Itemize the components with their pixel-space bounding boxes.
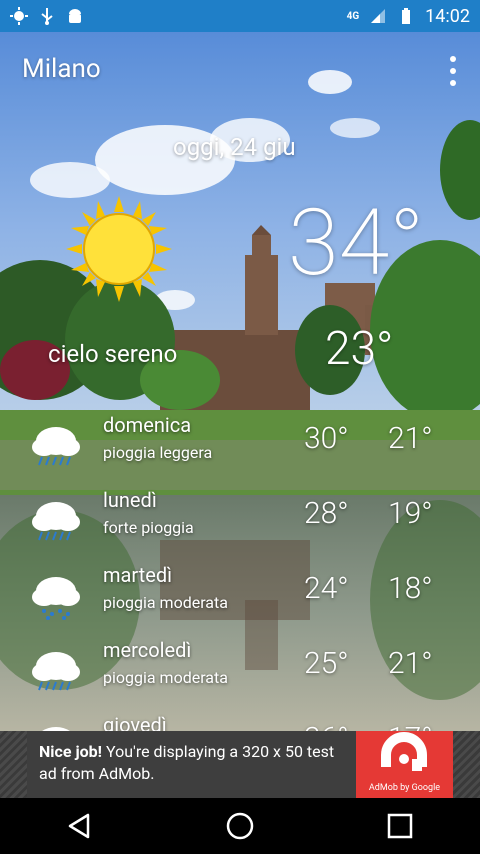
ad-banner[interactable]: Nice job! You're displaying a 320 x 50 t… [0, 731, 480, 798]
forecast-row[interactable]: domenica pioggia leggera 30° 21° [0, 413, 480, 488]
sun-icon [66, 196, 172, 302]
usb-icon [41, 8, 53, 25]
rain-cloud-icon [32, 502, 80, 541]
back-button[interactable] [50, 798, 110, 854]
status-left-icons [10, 7, 84, 25]
forecast-desc: pioggia leggera [103, 443, 213, 462]
rain-cloud-icon [32, 577, 80, 620]
forecast-day: mercoledì [103, 638, 192, 662]
ad-text[interactable]: Nice job! You're displaying a 320 x 50 t… [27, 731, 357, 798]
forecast-day: martedì [103, 563, 173, 587]
forecast-desc: pioggia moderata [103, 668, 228, 687]
admob-logo[interactable]: AdMob by Google [356, 731, 453, 798]
forecast-max: 28° [304, 496, 349, 531]
forecast-max: 30° [304, 421, 349, 456]
ad-bold-text: Nice job! [39, 742, 102, 761]
forecast-row[interactable]: mercoledì pioggia moderata 25° 21° [0, 638, 480, 713]
forecast-day: lunedì [103, 488, 157, 512]
home-button[interactable] [210, 798, 270, 854]
forecast-max: 25° [304, 646, 349, 681]
android-debug-icon [69, 9, 81, 23]
forecast-min: 19° [388, 496, 433, 531]
today-date: oggi, 24 giu [173, 133, 296, 161]
forecast-max: 24° [304, 571, 349, 606]
today-temp-min: 23° [325, 322, 394, 376]
overflow-menu-icon[interactable] [448, 56, 458, 86]
forecast-desc: pioggia moderata [103, 593, 228, 612]
today-temp-max: 34° [288, 190, 425, 297]
today-condition: cielo sereno [48, 340, 178, 368]
forecast-min: 18° [388, 571, 433, 606]
city-title[interactable]: Milano [22, 54, 101, 84]
navigation-bar [0, 798, 480, 854]
back-icon [68, 813, 90, 839]
network-type: 4G [346, 10, 360, 22]
forecast-row[interactable]: martedì pioggia moderata 24° 18° [0, 563, 480, 638]
recents-icon [387, 813, 413, 839]
battery-icon [402, 8, 411, 24]
rain-cloud-icon [32, 652, 80, 691]
forecast-min: 21° [388, 421, 433, 456]
signal-icon [371, 9, 386, 23]
app-bar: Milano [0, 32, 480, 108]
forecast-desc: forte pioggia [103, 518, 194, 537]
brightness-icon [10, 7, 28, 25]
status-bar: 4G 14:02 [0, 0, 480, 32]
forecast-min: 21° [388, 646, 433, 681]
recents-button[interactable] [370, 798, 430, 854]
rain-cloud-icon [32, 427, 80, 466]
admob-brand: AdMob by Google [368, 783, 441, 793]
admob-icon [381, 732, 427, 771]
home-icon [226, 812, 254, 840]
forecast-day: domenica [103, 413, 192, 437]
status-right: 4G 14:02 [347, 6, 470, 27]
forecast-row[interactable]: lunedì forte pioggia 28° 19° [0, 488, 480, 563]
status-time: 14:02 [425, 5, 470, 27]
